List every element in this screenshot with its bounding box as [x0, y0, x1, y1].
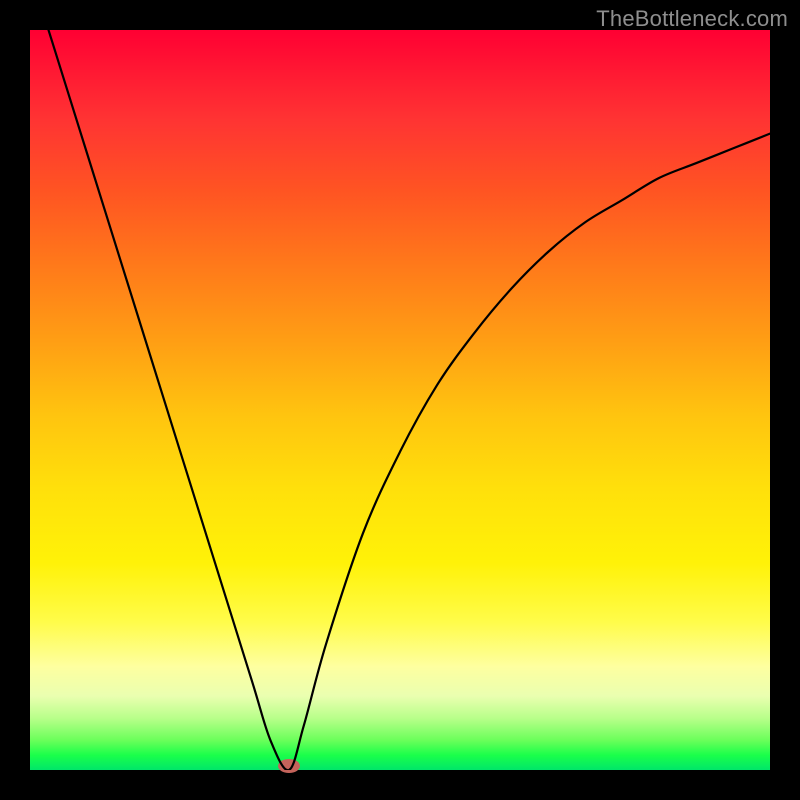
plot-area — [30, 30, 770, 770]
bottleneck-curve-path — [30, 30, 770, 770]
bottleneck-chart: TheBottleneck.com — [0, 0, 800, 800]
curve-svg — [30, 30, 770, 770]
watermark-text: TheBottleneck.com — [596, 6, 788, 32]
